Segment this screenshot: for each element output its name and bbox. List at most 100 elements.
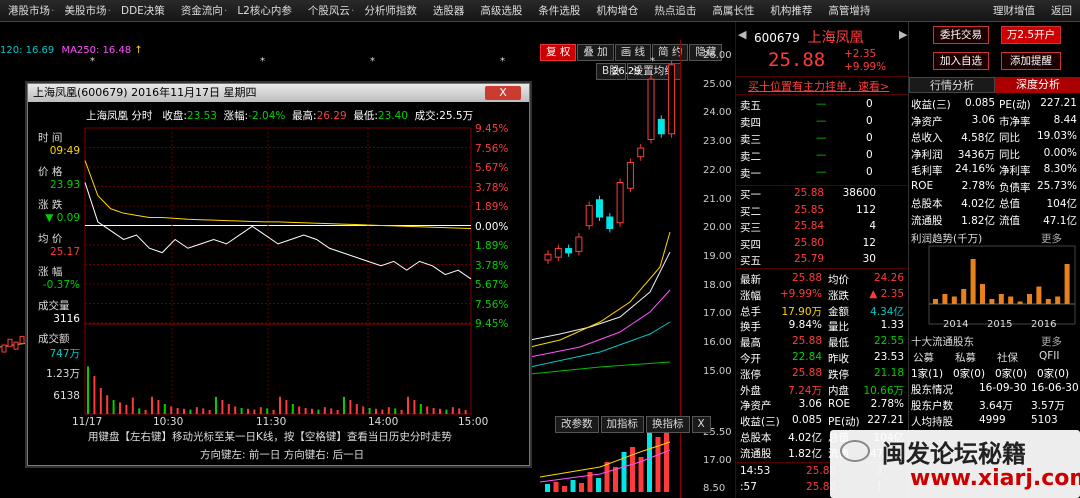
main-order-banner[interactable]: 买十位置有主力挂单，速看> bbox=[748, 78, 889, 94]
popup-volume-bar bbox=[112, 400, 115, 414]
add-watchlist-button[interactable]: 加入自选 bbox=[933, 52, 989, 70]
profit-bar bbox=[933, 299, 938, 304]
profit-bar bbox=[1055, 296, 1061, 304]
menu-item[interactable]: 机构推荐 bbox=[762, 3, 820, 18]
bid-price: 25.85 bbox=[794, 203, 825, 216]
bid-label: 买五 bbox=[740, 255, 761, 267]
menu-item[interactable]: 选股器 bbox=[425, 3, 473, 18]
stat-label: 总手 bbox=[740, 305, 761, 318]
menu-item[interactable]: 个股风云 bbox=[300, 3, 358, 18]
menu-item[interactable]: 返回 bbox=[1043, 3, 1080, 18]
tab-depth-analysis[interactable]: 深度分析 bbox=[995, 77, 1080, 93]
popup-volume-bar bbox=[253, 409, 256, 414]
stat-value: ▲ 2.35 bbox=[869, 287, 904, 300]
holder-head: QFII bbox=[1039, 350, 1060, 362]
profit-bar bbox=[989, 299, 995, 304]
pct-tick: 5.67% bbox=[475, 162, 509, 174]
trade-button[interactable]: 委托交易 bbox=[933, 26, 989, 44]
candle bbox=[575, 236, 583, 252]
popup-volume-bar bbox=[163, 404, 166, 414]
menu-item[interactable]: L2核心内参 bbox=[229, 3, 300, 18]
popup-volume-bar bbox=[336, 410, 339, 414]
stat-value: 21.18 bbox=[873, 366, 904, 379]
popup-volume-bar bbox=[432, 408, 435, 414]
popup-volume-bar bbox=[151, 396, 153, 414]
holder-head: 公募 bbox=[913, 352, 934, 364]
menu-item[interactable]: 港股市场 bbox=[0, 3, 58, 18]
popup-volume-bar bbox=[285, 400, 288, 414]
change-params-button[interactable]: 改参数 bbox=[555, 416, 599, 433]
prev-stock-icon[interactable]: ◀ bbox=[738, 28, 746, 41]
stat-value: 0.085 bbox=[791, 414, 822, 427]
menu-item[interactable]: 高管增持 bbox=[820, 3, 878, 18]
stat-value: 4.34亿 bbox=[870, 305, 904, 318]
bid-volume: 30 bbox=[862, 253, 876, 265]
profit-bar bbox=[1027, 294, 1032, 304]
candle bbox=[647, 78, 655, 140]
popup-volume-bar bbox=[439, 408, 441, 414]
candle bbox=[596, 199, 603, 218]
volume-bar bbox=[562, 486, 567, 492]
holders-more-link[interactable]: 更多 bbox=[1041, 334, 1062, 349]
price-tick: 20.00 bbox=[703, 222, 732, 234]
profit-bar bbox=[942, 294, 948, 304]
menu-item[interactable]: 资金流向 bbox=[173, 3, 231, 18]
stat-value: 25.88 bbox=[791, 335, 822, 348]
menu-item[interactable]: 热点追击 bbox=[646, 3, 704, 18]
menu-arrow: · bbox=[51, 4, 55, 17]
popup-volume-bar bbox=[221, 400, 224, 414]
menu-item[interactable]: 条件选股 bbox=[530, 3, 588, 18]
add-alert-button[interactable]: 添加提醒 bbox=[1001, 52, 1061, 70]
price-tick: 19.00 bbox=[703, 250, 732, 262]
popup-volume-bar bbox=[202, 408, 205, 414]
close-indicator-button[interactable]: X bbox=[691, 416, 711, 433]
next-stock-icon[interactable]: ▶ bbox=[899, 28, 907, 41]
price-tick: 26.00 bbox=[703, 50, 732, 61]
candle bbox=[13, 341, 19, 350]
menu-arrow: · bbox=[223, 4, 228, 17]
menu-item[interactable]: 高属长性 bbox=[704, 3, 762, 18]
open-account-button[interactable]: 万2.5开户 bbox=[1001, 26, 1061, 44]
ask-volume: 0 bbox=[866, 149, 873, 161]
stat-label: 最新 bbox=[740, 274, 761, 286]
tick-time: :57 bbox=[740, 481, 757, 493]
fund-label: 总值 bbox=[999, 198, 1020, 210]
pct-tick: 9.45% bbox=[475, 318, 509, 330]
menu-item[interactable]: 分析师指数 bbox=[356, 3, 425, 18]
stat-value: 17.90万 bbox=[781, 305, 822, 318]
high-price-label: 26.29 bbox=[612, 66, 641, 77]
menu-item[interactable]: DDE决策 bbox=[113, 3, 173, 18]
holder-val: 1家(1) bbox=[911, 368, 944, 380]
menu-item[interactable]: 理财增值 bbox=[985, 3, 1043, 18]
popup-volume-bar bbox=[227, 404, 230, 414]
stat-label: ROE bbox=[828, 398, 851, 411]
popup-volume-bar bbox=[464, 410, 467, 414]
time-tick: 11:30 bbox=[256, 416, 287, 428]
popup-volume-bar bbox=[323, 407, 326, 414]
popup-volume-bar bbox=[381, 409, 384, 414]
popup-volume-bar bbox=[259, 407, 262, 414]
profit-bar bbox=[961, 289, 967, 304]
menu-item[interactable]: 美股市场 bbox=[57, 3, 115, 18]
tab-market-analysis[interactable]: 行情分析 bbox=[909, 77, 995, 93]
popup-volume-bar bbox=[183, 408, 185, 414]
menu-item[interactable]: 高级选股 bbox=[472, 3, 530, 18]
year-label: 2014 bbox=[943, 319, 969, 330]
candle bbox=[637, 147, 645, 158]
popup-volume-bar bbox=[291, 404, 294, 414]
volume-tick: 17.00 bbox=[703, 455, 732, 466]
candle bbox=[606, 216, 614, 229]
candle bbox=[585, 205, 593, 227]
add-indicator-button[interactable]: 加指标 bbox=[600, 416, 644, 433]
popup-volume-bar bbox=[157, 400, 160, 414]
candle bbox=[7, 338, 13, 347]
stat-value: 9.84% bbox=[788, 319, 822, 332]
popup-volume-bar bbox=[106, 395, 109, 414]
ma60-line bbox=[529, 321, 671, 368]
volume-bar bbox=[596, 478, 601, 492]
menu-item[interactable]: 机构增仓 bbox=[588, 3, 646, 18]
switch-indicator-button[interactable]: 换指标 bbox=[646, 416, 690, 433]
popup-volume-bar bbox=[93, 376, 96, 414]
stat-label: 金额 bbox=[828, 305, 849, 318]
volume-bar bbox=[579, 483, 584, 492]
